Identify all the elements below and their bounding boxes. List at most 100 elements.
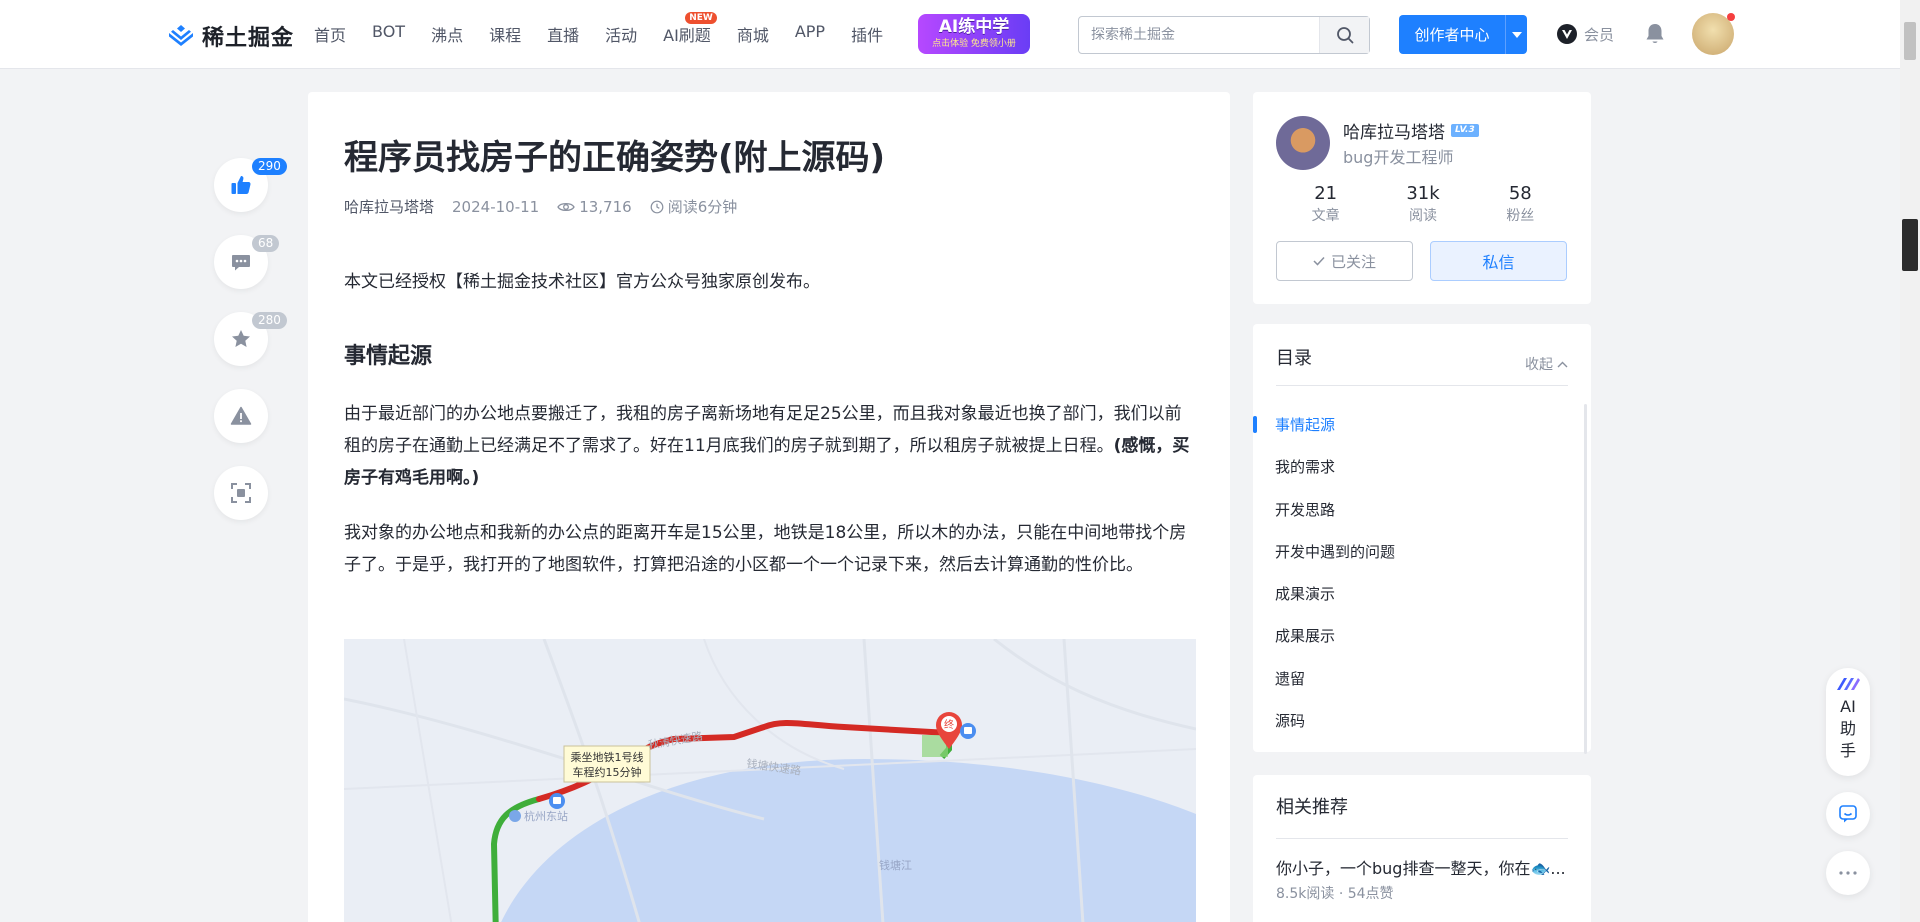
article-date: 2024-10-11 — [452, 197, 540, 216]
article-read-time: 阅读6分钟 — [650, 196, 737, 217]
search-icon — [1336, 27, 1353, 44]
toc-item[interactable]: 成果演示 — [1253, 573, 1573, 615]
ai-assistant-button[interactable]: AI助手 — [1826, 668, 1870, 776]
notification-bell[interactable] — [1644, 22, 1666, 50]
new-badge: NEW — [685, 12, 717, 24]
author-stats: 21 文章 31k 阅读 58 粉丝 — [1277, 182, 1569, 226]
followed-label: 已关注 — [1330, 252, 1376, 271]
article-meta: 哈库拉马塔塔 2024-10-11 13,716 阅读6分钟 — [344, 196, 737, 217]
chat-feedback-icon — [1839, 805, 1857, 823]
stat-articles-num: 21 — [1314, 183, 1338, 204]
collect-button[interactable]: 280 — [214, 312, 287, 366]
article-author-link[interactable]: 哈库拉马塔塔 — [344, 196, 434, 217]
focus-mode-icon — [231, 483, 251, 503]
followed-button[interactable]: 已关注 — [1276, 241, 1413, 281]
like-button[interactable]: 290 — [214, 158, 287, 212]
stat-articles[interactable]: 21 文章 — [1277, 182, 1374, 226]
nav-app[interactable]: APP — [795, 22, 825, 46]
author-name-row: 哈库拉马塔塔 LV.3 — [1343, 118, 1479, 143]
more-options-button[interactable] — [1826, 851, 1870, 895]
fullscreen-button[interactable] — [214, 466, 268, 520]
toc-collapse-label: 收起 — [1525, 356, 1553, 373]
toc-item[interactable]: 开发中遇到的问题 — [1253, 531, 1573, 573]
related-item-meta: 8.5k阅读 · 54点赞 — [1276, 886, 1394, 902]
vip-link[interactable]: 会员 — [1556, 23, 1614, 45]
stat-reads: 31k 阅读 — [1374, 182, 1471, 226]
bell-icon — [1646, 24, 1664, 43]
ai-practice-banner[interactable]: AI练中学 点击体验 免费领小册 — [918, 14, 1030, 54]
author-avatar[interactable] — [1276, 116, 1330, 170]
toc-header: 目录 收起 — [1276, 344, 1568, 386]
stat-reads-label: 阅读 — [1408, 208, 1437, 224]
creator-dropdown-toggle[interactable] — [1505, 15, 1527, 54]
stat-followers-label: 粉丝 — [1506, 208, 1535, 224]
star-icon — [232, 330, 250, 347]
search-input[interactable] — [1079, 17, 1319, 53]
toc-item[interactable]: 遗留 — [1253, 658, 1573, 700]
nav-plugins[interactable]: 插件 — [851, 22, 883, 46]
nav-shop[interactable]: 商城 — [737, 22, 769, 46]
paragraph-1-text: 由于最近部门的办公地点要搬迁了，我租的房子离新场地有足足25公里，而且我对象最近… — [344, 404, 1182, 456]
nav-bot[interactable]: BOT — [372, 22, 405, 46]
level-badge: LV.3 — [1451, 124, 1479, 137]
toc-item[interactable]: 我的需求 — [1253, 446, 1573, 488]
chevron-up-icon — [1557, 361, 1568, 368]
article-actions: 290 68 280 — [214, 158, 287, 543]
route-label-line2: 车程约15分钟 — [573, 765, 642, 779]
ai-assistant-icon — [1837, 678, 1860, 690]
creator-center-label: 创作者中心 — [1414, 26, 1490, 44]
toc-card: 目录 收起 事情起源 我的需求 开发思路 开发中遇到的问题 成果演示 成果展示 … — [1253, 324, 1591, 754]
vip-icon — [1557, 24, 1577, 44]
toc-item[interactable]: 源码 — [1253, 700, 1573, 742]
nav-course[interactable]: 课程 — [489, 22, 521, 46]
page-scrollbar[interactable] — [1900, 0, 1920, 922]
article-title: 程序员找房子的正确姿势(附上源码) — [344, 138, 886, 178]
more-dots-icon — [1839, 871, 1857, 875]
creator-center-button[interactable]: 创作者中心 — [1399, 15, 1527, 54]
comment-button[interactable]: 68 — [214, 235, 280, 289]
toc-collapse-button[interactable]: 收起 — [1525, 344, 1568, 385]
related-title: 相关推荐 — [1276, 793, 1568, 839]
toc-item[interactable]: 开发思路 — [1253, 489, 1573, 531]
nav-pins[interactable]: 沸点 — [431, 22, 463, 46]
route-label-line1: 乘坐地铁1号线 — [571, 750, 644, 764]
stat-followers-num: 58 — [1508, 183, 1532, 204]
user-avatar[interactable] — [1692, 13, 1735, 55]
toc-scrollbar[interactable] — [1584, 404, 1587, 754]
main-nav: 首页 BOT 沸点 课程 直播 活动 AI刷题 NEW 商城 APP 插件 — [314, 12, 909, 46]
collect-count-badge: 280 — [252, 312, 287, 329]
logo-text: 稀土掘金 — [202, 26, 295, 51]
toc-list: 事情起源 我的需求 开发思路 开发中遇到的问题 成果演示 成果展示 遗留 源码 — [1253, 404, 1573, 742]
vip-label: 会员 — [1584, 25, 1615, 44]
nav-ai-practice[interactable]: AI刷题 NEW — [663, 12, 717, 46]
nav-home[interactable]: 首页 — [314, 22, 346, 46]
toc-item[interactable]: 事情起源 — [1253, 404, 1573, 446]
stat-reads-num: 31k — [1406, 183, 1440, 204]
map-station-label: 杭州东站 — [524, 809, 568, 823]
unread-dot — [1727, 13, 1735, 21]
site-logo[interactable]: 稀土掘金 — [166, 20, 294, 52]
warning-icon — [230, 406, 252, 425]
author-name[interactable]: 哈库拉马塔塔 — [1343, 118, 1445, 143]
nav-events[interactable]: 活动 — [605, 22, 637, 46]
nav-ai-practice-label: AI刷题 — [663, 26, 711, 45]
scrollbar-thumb[interactable] — [1904, 22, 1916, 60]
report-button[interactable] — [214, 389, 268, 443]
comment-icon — [232, 255, 250, 271]
search-button[interactable] — [1319, 17, 1369, 53]
map-river-label: 钱塘江 — [879, 858, 912, 872]
stat-followers[interactable]: 58 粉丝 — [1472, 182, 1569, 226]
related-item-title[interactable]: 你小子，一个bug排查一整天，你在🐟... — [1276, 855, 1566, 879]
private-message-button[interactable]: 私信 — [1430, 241, 1567, 281]
feedback-button[interactable] — [1826, 792, 1870, 836]
article-paragraph-1: 由于最近部门的办公地点要搬迁了，我租的房子离新场地有足足25公里，而且我对象最近… — [344, 398, 1196, 494]
route-map-image: 终 乘坐地铁1号线 车程约15分钟 秋涛快速路 钱塘快速路 杭州东站 钱塘江 — [344, 639, 1196, 922]
side-tool-handle[interactable] — [1902, 219, 1918, 271]
nav-live[interactable]: 直播 — [547, 22, 579, 46]
toc-item[interactable]: 成果展示 — [1253, 615, 1573, 657]
ai-banner-subtitle: 点击体验 免费领小册 — [932, 39, 1016, 49]
toc-title: 目录 — [1276, 348, 1312, 369]
stat-articles-label: 文章 — [1311, 208, 1340, 224]
related-card: 相关推荐 你小子，一个bug排查一整天，你在🐟... 8.5k阅读 · 54点赞 — [1253, 775, 1591, 922]
clock-icon — [650, 200, 664, 213]
